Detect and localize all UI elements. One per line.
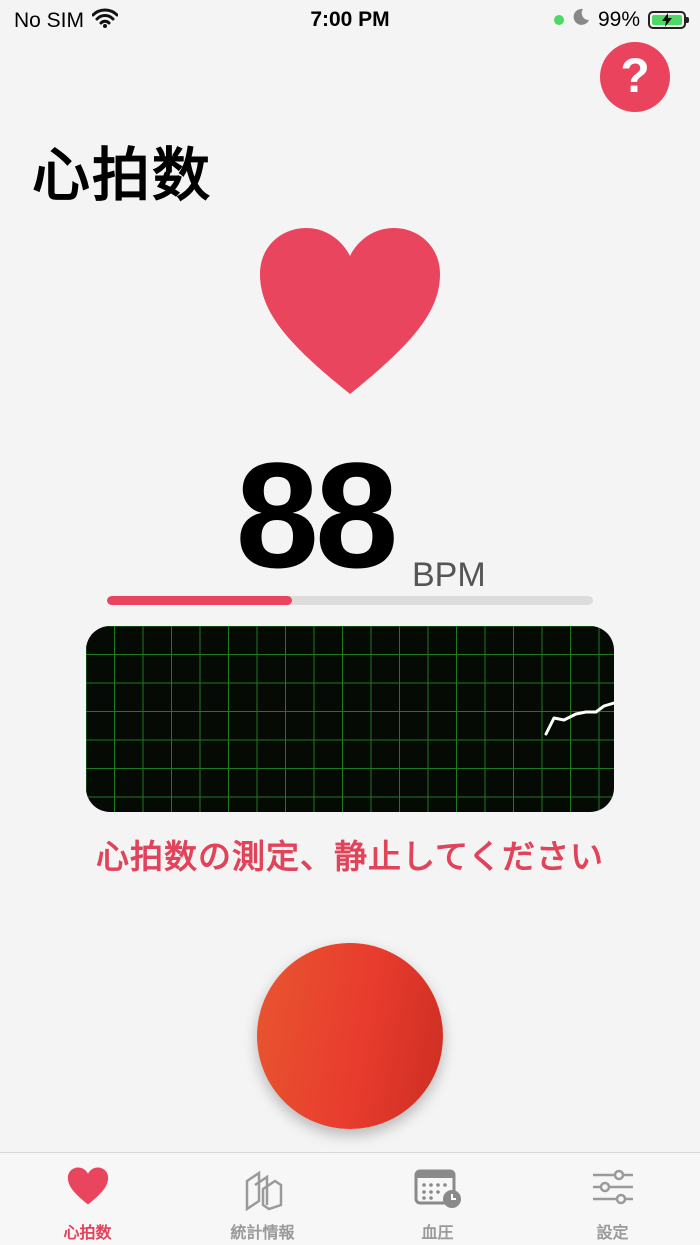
tab-label: 設定 [596,1223,629,1242]
heart-icon [260,228,440,394]
heart-rate-value: 88 [235,431,399,599]
measurement-progress-bar [107,596,593,605]
measure-button[interactable] [257,943,443,1129]
help-button[interactable]: ? [600,42,670,112]
tab-bar: 心拍数 統計情報 血圧 設定 [0,1152,700,1245]
moon-icon [572,8,590,32]
page-title: 心拍数 [32,141,213,209]
calendar-clock-icon [414,1169,461,1208]
stats-pages-icon [245,1170,282,1211]
status-right: 99% [553,8,689,32]
battery-percent: 99% [597,8,640,31]
tab-statistics[interactable]: 統計情報 [175,1153,350,1245]
tab-heart-rate[interactable]: 心拍数 [0,1153,175,1245]
measurement-instruction: 心拍数の測定、静止してください [95,837,605,876]
heart-icon [67,1167,108,1205]
status-bar: No SIM 7:00 PM 99% [0,0,700,40]
sliders-icon [592,1169,633,1205]
pulse-graph-canvas [86,626,614,812]
battery-charging-icon [648,11,689,29]
tab-blood-pressure[interactable]: 血圧 [350,1153,525,1245]
tab-label: 心拍数 [63,1223,112,1242]
tab-label: 統計情報 [230,1223,295,1242]
graph-grid [86,626,614,812]
tab-label: 血圧 [421,1223,454,1242]
heart-rate-unit: BPM [412,556,486,594]
pulse-trace [544,701,614,736]
measurement-progress-fill [107,596,292,605]
tab-settings[interactable]: 設定 [525,1153,700,1245]
location-dot-icon [553,15,564,25]
pulse-graph [86,626,614,812]
